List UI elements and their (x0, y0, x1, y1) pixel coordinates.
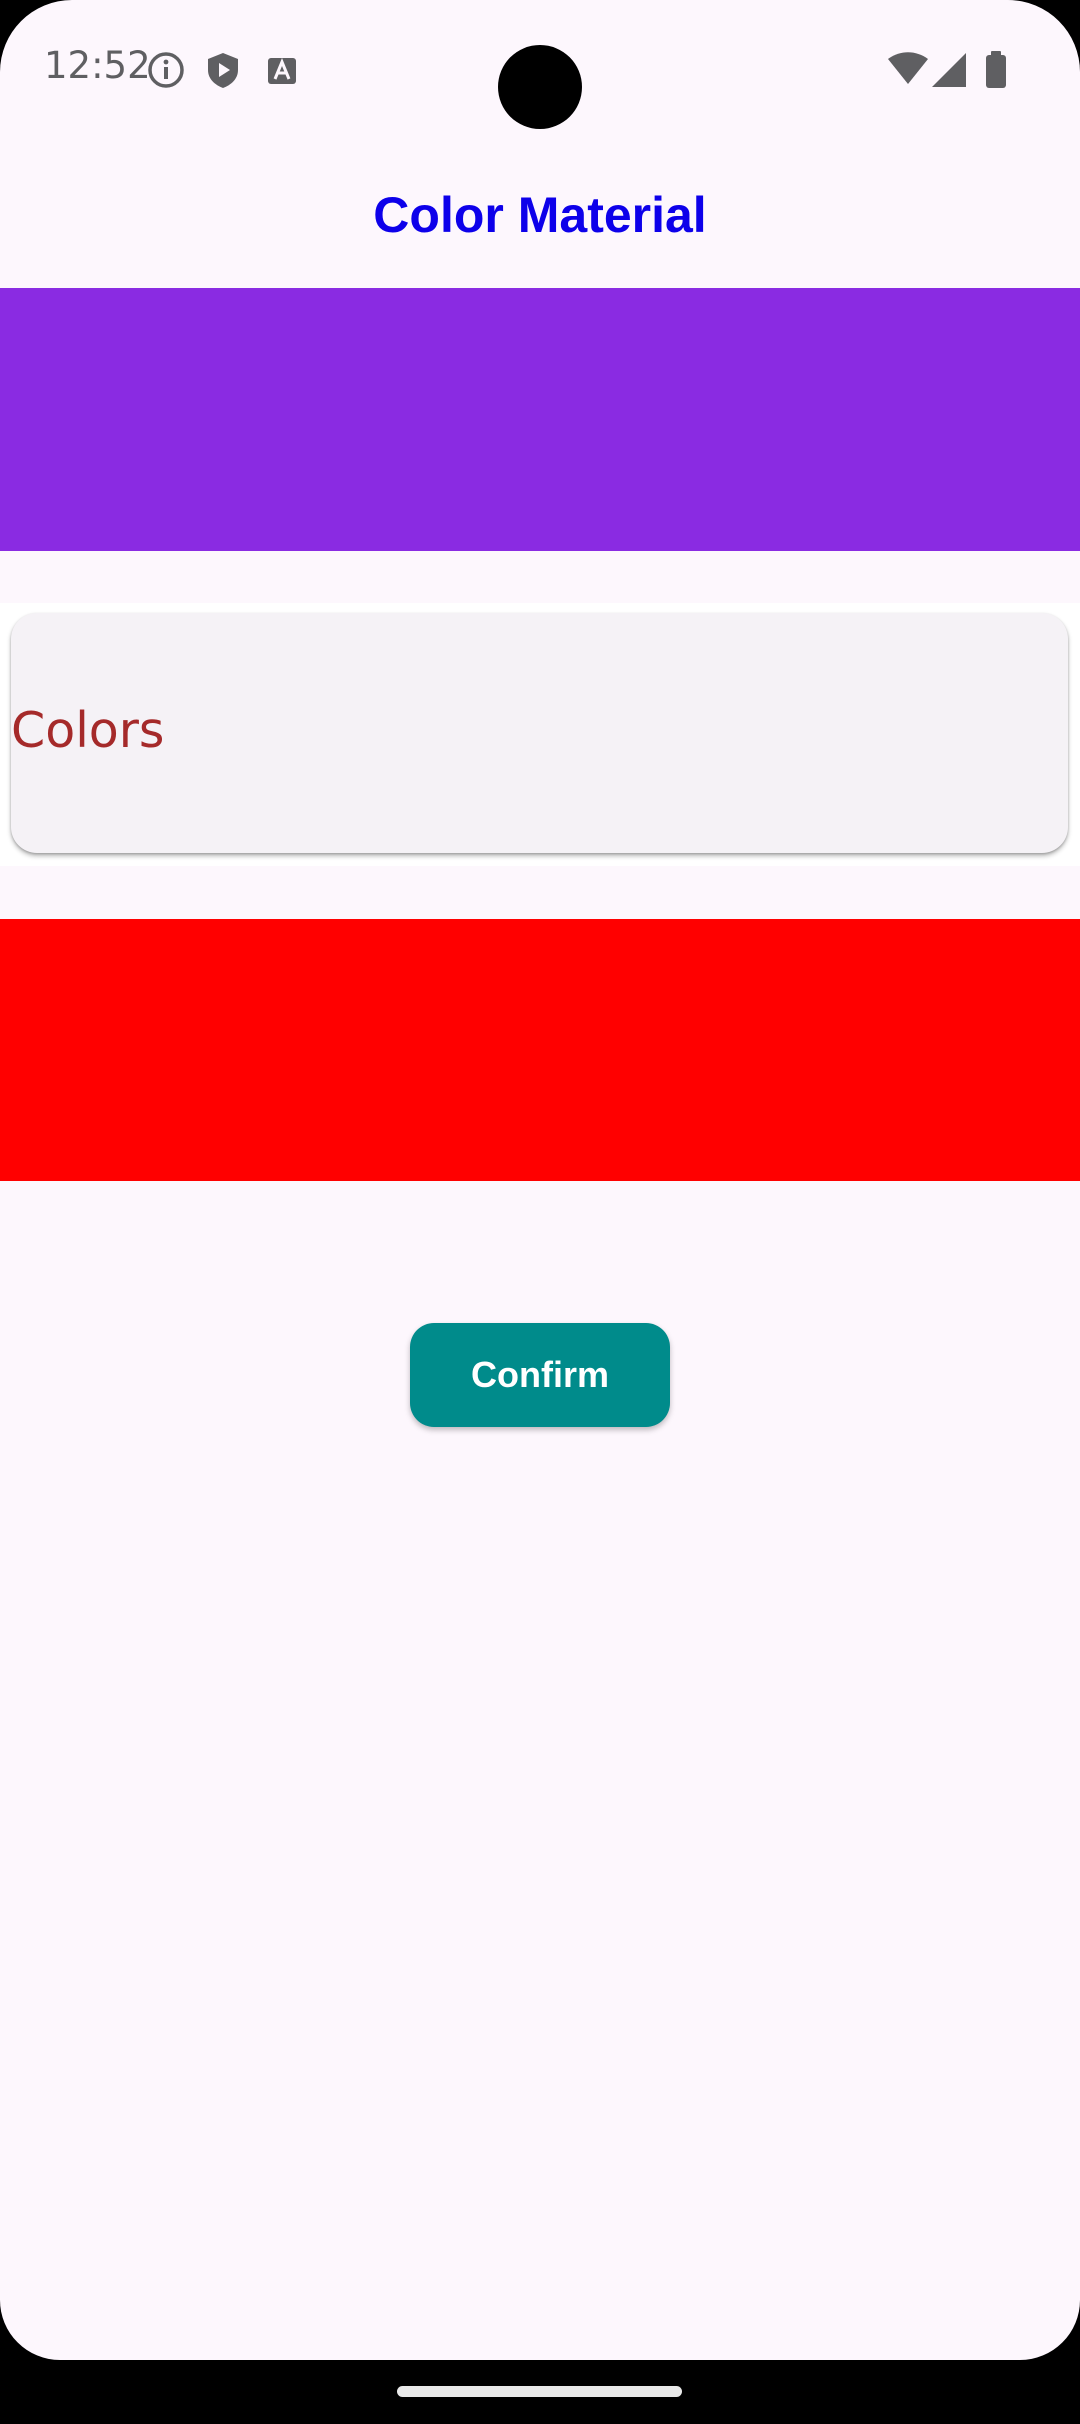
red-color-block (0, 919, 1080, 1181)
app-screen: 12:52 Color Material Colors Confirm (0, 0, 1080, 2360)
colors-card: Colors (11, 613, 1068, 853)
info-icon (146, 50, 186, 90)
home-indicator[interactable] (397, 2386, 682, 2397)
camera-cutout (498, 45, 582, 129)
text-a-icon (262, 50, 302, 90)
colors-card-label: Colors (11, 702, 165, 759)
status-time: 12:52 (44, 44, 151, 87)
battery-icon (983, 50, 1009, 90)
confirm-button[interactable]: Confirm (410, 1323, 670, 1427)
status-bar: 12:52 (0, 0, 1080, 140)
wifi-icon (886, 50, 930, 90)
page-title: Color Material (373, 187, 707, 243)
shield-play-icon (203, 50, 243, 90)
cellular-signal-icon (930, 50, 970, 90)
purple-color-block (0, 288, 1080, 551)
